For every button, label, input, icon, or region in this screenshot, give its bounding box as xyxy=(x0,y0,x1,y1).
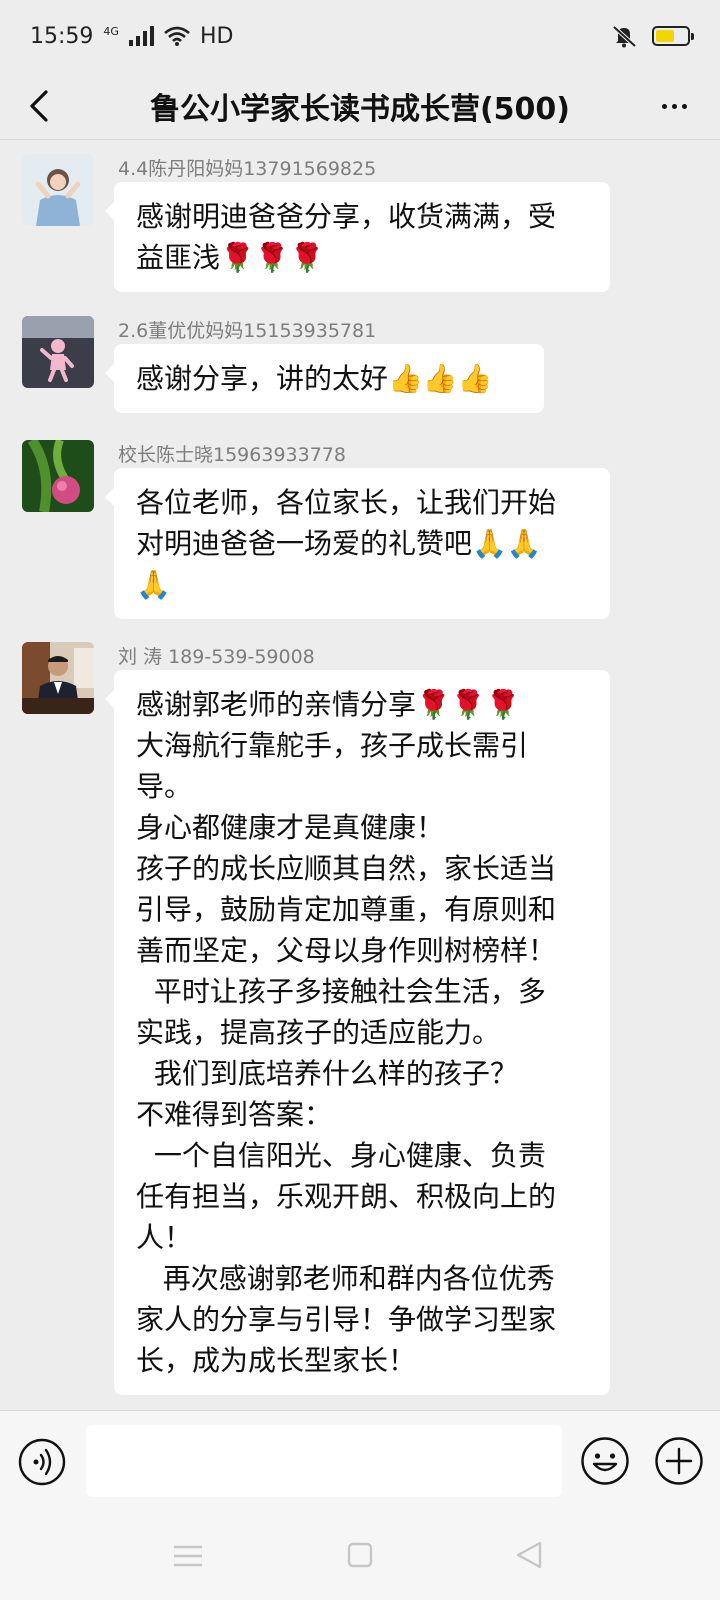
chat-header: 鲁公小学家长读书成长营(500) xyxy=(0,72,720,140)
message-line: 感谢明迪爸爸分享，收货满满，受 xyxy=(136,200,557,233)
message-bubble[interactable]: 感谢郭老师的亲情分享🌹🌹🌹 大海航行靠舵手，孩子成长需引 导。 身心都健康才是真… xyxy=(105,670,610,1395)
message-line: 孩子的成长应顺其自然，家长适当 xyxy=(136,852,557,885)
system-back-button[interactable] xyxy=(514,1539,544,1571)
plus-icon xyxy=(655,1437,703,1485)
message-line: 🙏 xyxy=(136,568,171,601)
message-line: 善而坚定，父母以身作则树榜样！ xyxy=(136,934,557,967)
recent-apps-button[interactable] xyxy=(170,1542,206,1570)
message-line: 导。 xyxy=(136,770,193,803)
message-line: 实践，提高孩子的适应能力。 xyxy=(136,1016,501,1049)
chat-title: 鲁公小学家长读书成长营(500) xyxy=(149,91,571,127)
message-line: 平时让孩子多接触社会生活，多 xyxy=(136,975,546,1008)
status-bar: 15:59 4G HD xyxy=(0,0,720,72)
emoji-button[interactable] xyxy=(580,1436,630,1486)
smiley-icon xyxy=(581,1437,629,1485)
message-line: 长，成为成长型家长！ xyxy=(136,1344,417,1377)
chat-list[interactable]: 4.4陈丹阳妈妈13791569825 感谢明迪爸爸分享，收货满满，受 益匪浅🌹… xyxy=(0,140,720,1410)
more-dot xyxy=(671,103,677,109)
message-line: 人！ xyxy=(136,1221,193,1254)
sender-name: 4.4陈丹阳妈妈13791569825 xyxy=(118,158,377,180)
message-line: 再次感谢郭老师和群内各位优秀 xyxy=(136,1262,555,1295)
avatar[interactable] xyxy=(22,154,94,226)
system-navigation-bar xyxy=(0,1512,720,1600)
more-dot xyxy=(661,103,667,109)
hd-label: HD xyxy=(199,23,234,49)
input-bar xyxy=(0,1410,720,1512)
message-line: 对明迪爸爸一场爱的礼赞吧🙏🙏 xyxy=(136,527,542,560)
message-line: 身心都健康才是真健康！ xyxy=(136,811,445,844)
square-icon xyxy=(347,1542,373,1568)
voice-button[interactable] xyxy=(18,1438,66,1486)
message-bubble[interactable]: 感谢分享，讲的太好👍👍👍 xyxy=(105,344,544,413)
wifi-icon xyxy=(164,26,190,46)
message-line: 引导，鼓励肯定加尊重，有原则和 xyxy=(136,893,557,926)
message-line: 益匪浅🌹🌹🌹 xyxy=(136,241,325,274)
sender-name: 2.6董优优妈妈15153935781 xyxy=(118,320,377,342)
chevron-left-icon xyxy=(30,90,48,122)
triangle-back-icon xyxy=(516,1541,542,1569)
sender-name: 校长陈士晓15963933778 xyxy=(118,444,346,466)
avatar[interactable] xyxy=(22,642,94,714)
message-line: 不难得到答案： xyxy=(136,1098,333,1131)
status-time: 15:59 xyxy=(30,23,94,49)
message-line: 大海航行靠舵手，孩子成长需引 xyxy=(136,729,529,762)
avatar[interactable] xyxy=(22,316,94,388)
message-line: 各位老师，各位家长，让我们开始 xyxy=(136,486,557,519)
status-right xyxy=(610,24,694,48)
message-line: 一个自信阳光、身心健康、负责 xyxy=(136,1139,546,1172)
signal-icon xyxy=(128,26,154,46)
home-button[interactable] xyxy=(346,1541,374,1569)
message-input[interactable] xyxy=(86,1425,562,1497)
avatar[interactable] xyxy=(22,440,94,512)
more-options-button[interactable] xyxy=(650,84,698,128)
more-dot xyxy=(681,103,687,109)
mute-bell-icon xyxy=(612,25,637,48)
message-bubble[interactable]: 各位老师，各位家长，让我们开始 对明迪爸爸一场爱的礼赞吧🙏🙏 🙏 xyxy=(105,468,610,619)
message-line: 感谢分享，讲的太好👍👍👍 xyxy=(136,362,493,395)
message-line: 家人的分享与引导！争做学习型家 xyxy=(136,1303,557,1336)
voice-icon xyxy=(18,1438,66,1486)
battery-level xyxy=(656,30,674,42)
message-line: 任有担当，乐观开朗、积极向上的 xyxy=(136,1180,557,1213)
battery-icon xyxy=(652,26,694,46)
message-line: 感谢郭老师的亲情分享🌹🌹🌹 xyxy=(136,688,521,721)
more-functions-button[interactable] xyxy=(654,1436,704,1486)
message-bubble[interactable]: 感谢明迪爸爸分享，收货满满，受 益匪浅🌹🌹🌹 xyxy=(105,182,610,292)
message-line: 我们到底培养什么样的孩子？ xyxy=(136,1057,518,1090)
back-button[interactable] xyxy=(22,84,66,128)
sender-name: 刘 涛 189-539-59008 xyxy=(118,646,315,668)
status-left: 15:59 4G HD xyxy=(30,24,233,49)
network-type: 4G xyxy=(103,24,119,38)
menu-icon xyxy=(174,1545,202,1567)
